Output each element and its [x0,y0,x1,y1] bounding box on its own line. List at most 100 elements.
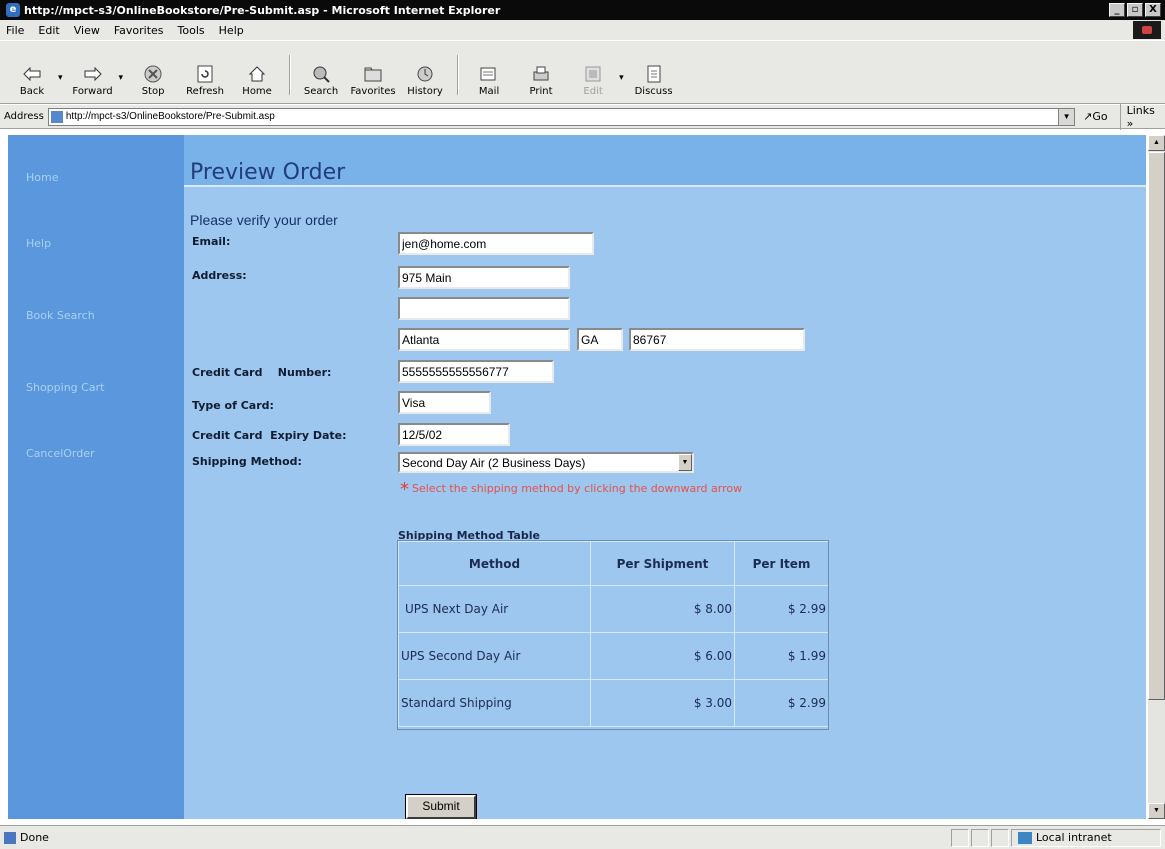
status-text: Done [20,831,49,844]
home-icon [247,64,267,84]
edit-icon [583,64,603,84]
status-panel [971,828,989,847]
forward-arrow-icon [83,64,103,84]
menu-favorites[interactable]: Favorites [114,24,164,37]
go-label: Go [1092,110,1108,123]
close-button[interactable]: X [1145,3,1161,17]
shipping-label: Shipping Method: [192,455,302,468]
page-icon [50,110,63,123]
per-item-cell: $ 1.99 [734,632,829,680]
scroll-up-icon[interactable]: ▲ [1148,135,1165,151]
forward-label: Forward [72,86,113,97]
mail-button[interactable]: Mail [465,64,513,97]
address-line1-field[interactable] [398,266,570,289]
page-header: Preview Order [184,135,1146,187]
search-label: Search [303,86,339,97]
stop-icon [143,64,163,84]
page-viewport: Home Help Book Search Shopping Cart Canc… [8,135,1146,819]
nav-help-link[interactable]: Help [26,237,51,250]
per-item-cell: $ 2.99 [734,585,829,633]
address-dropdown-icon[interactable]: ▼ [1058,108,1075,125]
refresh-button[interactable]: Refresh [181,64,229,97]
stop-button[interactable]: Stop [129,64,177,97]
print-button[interactable]: Print [517,64,565,97]
submit-button[interactable]: Submit [405,794,477,819]
edit-button[interactable]: Edit [569,64,617,97]
main-content: Preview Order Please verify your order E… [184,135,1146,819]
nav-shopping-cart-link[interactable]: Shopping Cart [26,381,104,394]
back-arrow-icon [22,64,42,84]
favorites-label: Favorites [350,86,396,97]
card-type-field[interactable] [398,391,491,414]
city-field[interactable] [398,328,570,351]
email-field[interactable] [398,232,594,255]
card-type-label: Type of Card: [192,399,274,412]
history-button[interactable]: History [401,64,449,97]
menu-file[interactable]: File [6,24,24,37]
scroll-down-icon[interactable]: ▼ [1148,803,1165,819]
column-header-per-item: Per Item [734,541,829,586]
back-button[interactable]: Back [8,64,56,97]
vertical-scrollbar[interactable]: ▲ ▼ [1148,135,1165,819]
toolbar-separator [289,55,292,95]
table-row: Standard Shipping $ 3.00 $ 2.99 [398,679,829,727]
status-bar: Done Local intranet [0,825,1165,849]
intranet-icon [1018,831,1032,844]
table-row: UPS Second Day Air $ 6.00 $ 1.99 [398,632,829,680]
security-zone: Local intranet [1011,828,1161,847]
scrollbar-thumb[interactable] [1148,152,1165,700]
address-input[interactable]: http://mpct-s3/OnlineBookstore/Pre-Submi… [47,107,1076,126]
back-label: Back [19,86,45,97]
shipping-hint: * Select the shipping method by clicking … [400,479,742,500]
email-label: Email: [192,235,231,248]
edit-dropdown-icon[interactable]: ▾ [619,72,624,83]
mail-label: Mail [478,86,500,97]
maximize-button[interactable]: ▫ [1127,3,1143,17]
address-line2-field[interactable] [398,297,570,320]
forward-button[interactable]: Forward [69,64,117,97]
toolbar-separator [457,55,460,95]
shipping-hint-text: Select the shipping method by clicking t… [412,482,743,495]
address-url: http://mpct-s3/OnlineBookstore/Pre-Submi… [65,111,275,122]
history-icon [415,64,435,84]
chevron-down-icon[interactable]: ▼ [678,454,692,471]
home-button[interactable]: Home [233,64,281,97]
ie-logo-icon: e [6,3,20,17]
method-cell: UPS Next Day Air [398,585,591,633]
forward-dropdown-icon[interactable]: ▾ [119,72,124,83]
links-button[interactable]: Links » [1119,103,1165,130]
zip-field[interactable] [629,328,805,351]
favorites-button[interactable]: Favorites [349,64,397,97]
per-shipment-cell: $ 3.00 [590,679,735,727]
nav-cancel-order-link[interactable]: CancelOrder [26,447,95,460]
favorites-folder-icon [363,64,383,84]
discuss-icon [644,64,664,84]
back-dropdown-icon[interactable]: ▾ [58,72,63,83]
discuss-label: Discuss [634,86,673,97]
menu-help[interactable]: Help [219,24,244,37]
status-panel [951,828,969,847]
shipping-selected-value: Second Day Air (2 Business Days) [402,456,586,470]
refresh-label: Refresh [186,86,224,97]
status-panel [991,828,1009,847]
address-label-field: Address: [192,269,247,282]
state-field[interactable] [577,328,623,351]
minimize-button[interactable]: _ [1109,3,1125,17]
shipping-method-select[interactable]: Second Day Air (2 Business Days) ▼ [398,452,694,473]
menu-view[interactable]: View [74,24,100,37]
search-button[interactable]: Search [297,64,345,97]
nav-home-link[interactable]: Home [26,171,58,184]
page-subtitle: Please verify your order [190,212,338,228]
expiry-field[interactable] [398,423,510,446]
go-button[interactable]: ↗Go [1083,110,1107,123]
per-item-cell: $ 2.99 [734,679,829,727]
menu-tools[interactable]: Tools [178,24,205,37]
method-cell: Standard Shipping [398,679,591,727]
nav-book-search-link[interactable]: Book Search [26,309,95,322]
address-label: Address [4,111,44,122]
mail-icon [479,64,499,84]
cc-number-field[interactable] [398,360,554,383]
menu-edit[interactable]: Edit [38,24,59,37]
refresh-icon [195,64,215,84]
discuss-button[interactable]: Discuss [630,64,678,97]
